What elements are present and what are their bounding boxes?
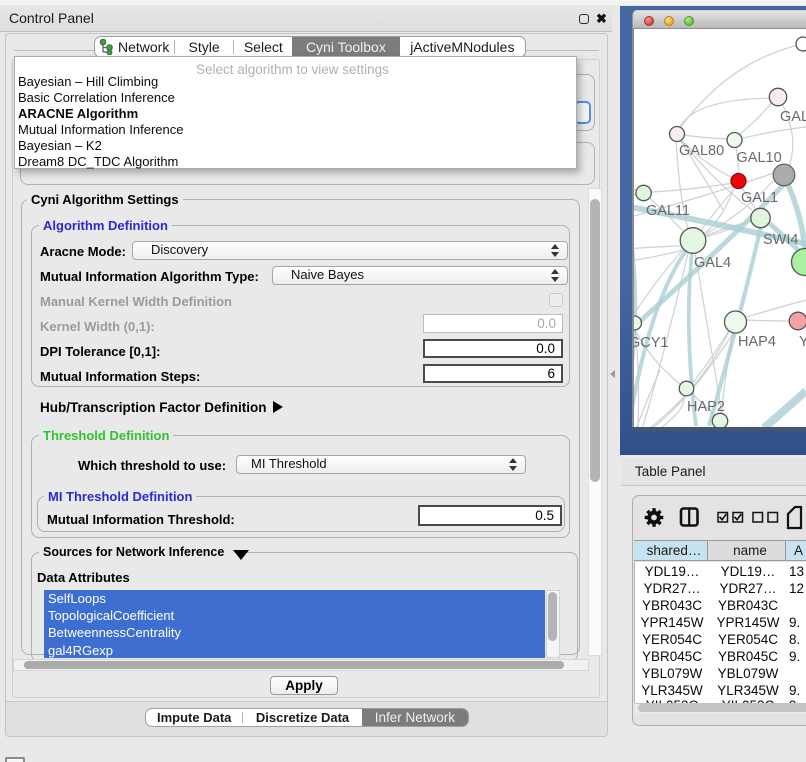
svg-text:GAL2: GAL2: [780, 109, 806, 125]
svg-text:GCY1: GCY1: [634, 335, 669, 351]
svg-text:YM: YM: [799, 334, 806, 350]
svg-text:GAL80: GAL80: [679, 143, 724, 159]
svg-text:SWI4: SWI4: [763, 232, 798, 248]
svg-text:GAL4: GAL4: [694, 255, 731, 271]
svg-text:HAP2: HAP2: [687, 399, 725, 415]
svg-text:HAP4: HAP4: [738, 334, 776, 350]
svg-text:GAL10: GAL10: [737, 150, 782, 166]
svg-text:GAL1: GAL1: [741, 190, 778, 206]
svg-text:GAL11: GAL11: [646, 203, 690, 219]
